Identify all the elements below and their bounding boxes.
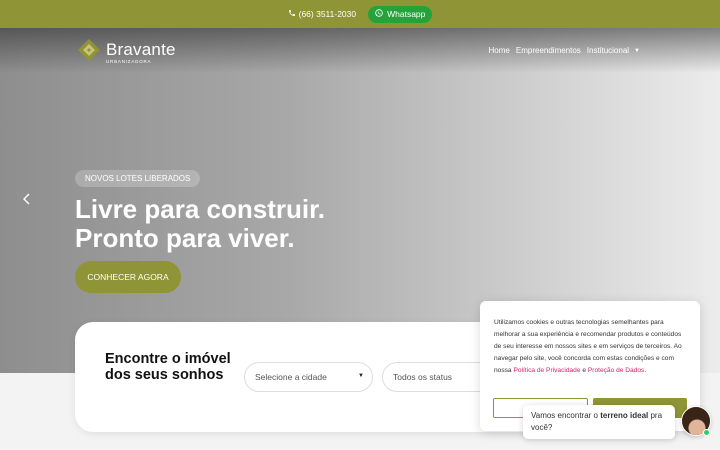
headline-line-2: Pronto para viver.: [75, 223, 295, 253]
cookie-text: Utilizamos cookies e outras tecnologias …: [494, 317, 688, 377]
caret-down-icon: ▼: [634, 47, 640, 54]
status-select-value: Todos os status: [393, 372, 453, 382]
chat-text-bold: terreno ideal: [600, 411, 649, 420]
logo-subtitle: URBANIZADORA: [106, 59, 152, 64]
nav-empreendimentos[interactable]: Empreendimentos: [516, 46, 581, 55]
nav-home[interactable]: Home: [489, 46, 510, 55]
privacy-policy-link[interactable]: Política de Privacidade: [513, 367, 580, 374]
city-select-value: Selecione a cidade: [255, 372, 327, 382]
search-title: Encontre o imóvel dos seus sonhos: [105, 351, 231, 383]
caret-down-icon: ▼: [358, 373, 364, 379]
phone-link[interactable]: (66) 3511-2030: [288, 9, 357, 19]
hero-badge: NOVOS LOTES LIBERADOS: [75, 170, 201, 187]
main-nav: Home Empreendimentos Institucional ▼: [489, 46, 640, 55]
nav-institucional[interactable]: Institucional ▼: [587, 46, 640, 55]
phone-icon: [288, 9, 296, 19]
chat-text-start: Vamos encontrar o: [531, 411, 601, 420]
whatsapp-label: Whatsapp: [387, 9, 426, 19]
conhecer-agora-button[interactable]: CONHECER AGORA: [75, 261, 181, 293]
online-status-dot: [703, 429, 710, 436]
cookie-text-body: Utilizamos cookies e outras tecnologias …: [494, 319, 682, 374]
logo-name: Bravante: [106, 40, 176, 59]
phone-number: (66) 3511-2030: [298, 9, 357, 19]
city-select[interactable]: Selecione a cidade ▼: [244, 362, 373, 392]
slider-prev-icon[interactable]: [22, 192, 31, 208]
top-contact-bar: (66) 3511-2030 Whatsapp: [0, 0, 720, 28]
whatsapp-button[interactable]: Whatsapp: [368, 5, 433, 23]
whatsapp-icon: [375, 9, 383, 19]
headline-line-1: Livre para construir.: [75, 194, 325, 224]
chat-prompt-bubble[interactable]: Vamos encontrar o terreno ideal pra você…: [523, 405, 675, 439]
brand-logo[interactable]: Bravante URBANIZADORA: [77, 38, 176, 67]
data-protection-link[interactable]: Proteção de Dados: [588, 367, 644, 374]
cookie-conjunction: e: [580, 367, 588, 374]
logo-mark-icon: [77, 38, 101, 67]
cookie-text-end: .: [644, 367, 647, 374]
hero-headline: Livre para construir. Pronto para viver.: [75, 195, 325, 253]
nav-institucional-label: Institucional: [586, 46, 630, 55]
